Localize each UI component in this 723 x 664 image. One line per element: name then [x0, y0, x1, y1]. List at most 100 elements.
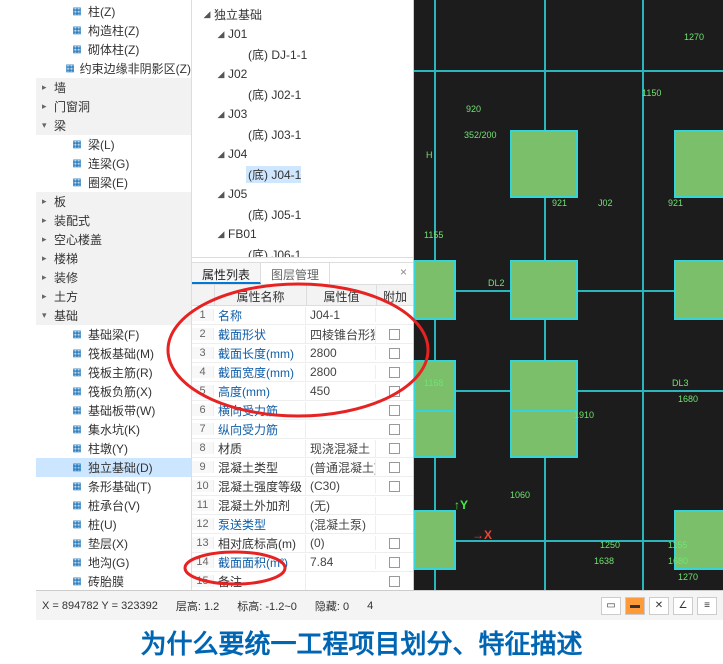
property-value[interactable]: (混凝土泵)	[306, 516, 376, 533]
view-icon[interactable]: ▭	[601, 597, 621, 615]
sidebar-category[interactable]: ▸楼梯	[36, 249, 191, 268]
sidebar-item[interactable]: ▦条形基础(T)	[36, 477, 191, 496]
close-icon[interactable]: ×	[394, 263, 413, 284]
fill-icon[interactable]: ▬	[625, 597, 645, 615]
tab-properties[interactable]: 属性列表	[192, 263, 261, 284]
property-value[interactable]: (普通混凝土)	[306, 459, 376, 476]
sidebar-category[interactable]: ▸门窗洞	[36, 97, 191, 116]
sidebar-category[interactable]: ▸土方	[36, 287, 191, 306]
property-name: 名称	[214, 307, 306, 324]
checkbox[interactable]	[389, 329, 400, 340]
sidebar-item[interactable]: ▦砖胎膜	[36, 572, 191, 590]
property-row[interactable]: 14截面面积(m²)7.84	[192, 553, 413, 572]
property-row[interactable]: 3截面长度(mm)2800	[192, 344, 413, 363]
outline-group[interactable]: ◢J04	[192, 144, 413, 164]
outline-group[interactable]: ◢J01	[192, 24, 413, 44]
outline-item[interactable]: (底) J05-1	[192, 204, 413, 224]
checkbox[interactable]	[389, 424, 400, 435]
sidebar-item[interactable]: ▦筏板基础(M)	[36, 344, 191, 363]
outline-group[interactable]: ◢J02	[192, 64, 413, 84]
property-row[interactable]: 13相对底标高(m)(0)	[192, 534, 413, 553]
outline-group[interactable]: ◢J03	[192, 104, 413, 124]
sidebar-item[interactable]: ▦地沟(G)	[36, 553, 191, 572]
property-name: 截面面积(m²)	[214, 554, 306, 571]
property-value[interactable]: 2800	[306, 365, 376, 379]
property-value[interactable]: (无)	[306, 497, 376, 514]
property-value[interactable]: (0)	[306, 536, 376, 550]
property-row[interactable]: 2截面形状四棱锥台形独…	[192, 325, 413, 344]
checkbox[interactable]	[389, 348, 400, 359]
sidebar-item[interactable]: ▦筏板负筋(X)	[36, 382, 191, 401]
checkbox[interactable]	[389, 538, 400, 549]
property-name: 截面宽度(mm)	[214, 364, 306, 381]
sidebar-item[interactable]: ▦柱墩(Y)	[36, 439, 191, 458]
sidebar-item[interactable]: ▦桩承台(V)	[36, 496, 191, 515]
property-row[interactable]: 7纵向受力筋	[192, 420, 413, 439]
sidebar-item[interactable]: ▦桩(U)	[36, 515, 191, 534]
component-icon: ▦	[70, 176, 84, 190]
sidebar-item[interactable]: ▦集水坑(K)	[36, 420, 191, 439]
property-name: 混凝土类型	[214, 459, 306, 476]
snap-icon[interactable]: ✕	[649, 597, 669, 615]
sidebar-category[interactable]: ▾基础	[36, 306, 191, 325]
checkbox[interactable]	[389, 576, 400, 587]
outline-group[interactable]: ◢FB01	[192, 224, 413, 244]
outline-item[interactable]: (底) J02-1	[192, 84, 413, 104]
outline-item[interactable]: (底) DJ-1-1	[192, 44, 413, 64]
sidebar-item[interactable]: ▦约束边缘非阴影区(Z)	[36, 59, 191, 78]
property-value[interactable]: 7.84	[306, 555, 376, 569]
property-value[interactable]: 现浇混凝土	[306, 440, 376, 457]
sidebar-category[interactable]: ▾梁	[36, 116, 191, 135]
drawing-canvas[interactable]: 1270 1150 920 921 352/200 H J02 921 1155…	[414, 0, 723, 590]
property-value[interactable]: 2800	[306, 346, 376, 360]
sidebar-item[interactable]: ▦基础板带(W)	[36, 401, 191, 420]
property-row[interactable]: 12泵送类型(混凝土泵)	[192, 515, 413, 534]
property-name: 纵向受力筋	[214, 421, 306, 438]
outline-root[interactable]: ◢独立基础	[192, 4, 413, 24]
sidebar-item[interactable]: ▦梁(L)	[36, 135, 191, 154]
sidebar-item[interactable]: ▦圈梁(E)	[36, 173, 191, 192]
property-value[interactable]: (C30)	[306, 479, 376, 493]
sidebar-category[interactable]: ▸装修	[36, 268, 191, 287]
sidebar-item[interactable]: ▦基础梁(F)	[36, 325, 191, 344]
outline-item[interactable]: (底) J06-1	[192, 244, 413, 258]
property-row[interactable]: 8材质现浇混凝土	[192, 439, 413, 458]
property-row[interactable]: 5高度(mm)450	[192, 382, 413, 401]
outline-group[interactable]: ◢J05	[192, 184, 413, 204]
sidebar-category[interactable]: ▸墙	[36, 78, 191, 97]
checkbox[interactable]	[389, 557, 400, 568]
property-row[interactable]: 4截面宽度(mm)2800	[192, 363, 413, 382]
checkbox[interactable]	[389, 462, 400, 473]
checkbox[interactable]	[389, 386, 400, 397]
checkbox[interactable]	[389, 443, 400, 454]
component-icon: ▦	[70, 347, 84, 361]
property-value[interactable]: J04-1	[306, 308, 376, 322]
property-row[interactable]: 9混凝土类型(普通混凝土)	[192, 458, 413, 477]
property-row[interactable]: 10混凝土强度等级(C30)	[192, 477, 413, 496]
sidebar-category[interactable]: ▸装配式	[36, 211, 191, 230]
tab-layers[interactable]: 图层管理	[261, 263, 330, 284]
sidebar-item[interactable]: ▦垫层(X)	[36, 534, 191, 553]
sidebar-item[interactable]: ▦筏板主筋(R)	[36, 363, 191, 382]
property-row[interactable]: 15备注	[192, 572, 413, 591]
outline-item[interactable]: (底) J03-1	[192, 124, 413, 144]
checkbox[interactable]	[389, 367, 400, 378]
outline-item[interactable]: (底) J04-1	[192, 164, 413, 184]
sidebar-item[interactable]: ▦砌体柱(Z)	[36, 40, 191, 59]
property-row[interactable]: 1名称J04-1	[192, 306, 413, 325]
layer-icon[interactable]: ≡	[697, 597, 717, 615]
angle-icon[interactable]: ∠	[673, 597, 693, 615]
property-row[interactable]: 6横向受力筋	[192, 401, 413, 420]
sidebar-item[interactable]: ▦独立基础(D)	[36, 458, 191, 477]
footer-banner: 为什么要统一工程项目划分、特征描述	[0, 620, 723, 664]
sidebar-category[interactable]: ▸空心楼盖	[36, 230, 191, 249]
property-value[interactable]: 450	[306, 384, 376, 398]
sidebar-item[interactable]: ▦连梁(G)	[36, 154, 191, 173]
sidebar-item[interactable]: ▦柱(Z)	[36, 2, 191, 21]
sidebar-category[interactable]: ▸板	[36, 192, 191, 211]
checkbox[interactable]	[389, 481, 400, 492]
sidebar-item[interactable]: ▦构造柱(Z)	[36, 21, 191, 40]
property-row[interactable]: 11混凝土外加剂(无)	[192, 496, 413, 515]
checkbox[interactable]	[389, 405, 400, 416]
property-value[interactable]: 四棱锥台形独…	[306, 326, 376, 343]
